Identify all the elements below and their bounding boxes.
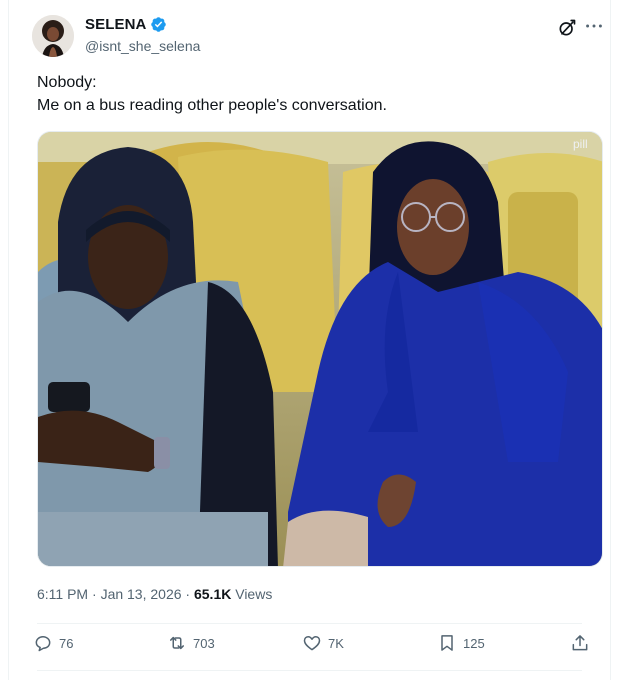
meta-separator: · xyxy=(92,586,97,602)
repost-button[interactable]: 703 xyxy=(167,633,215,653)
like-button[interactable]: 7K xyxy=(302,633,344,653)
bookmark-button[interactable]: 125 xyxy=(437,633,485,653)
tweet-date[interactable]: Jan 13, 2026 xyxy=(101,586,182,602)
grok-icon[interactable] xyxy=(557,18,577,38)
media-watermark: pill xyxy=(573,137,588,151)
share-button[interactable] xyxy=(570,633,590,653)
photo-couple-in-stadium: pill xyxy=(38,132,602,566)
heart-icon xyxy=(303,636,321,651)
more-icon[interactable] xyxy=(583,15,605,37)
views-label: Views xyxy=(235,586,273,602)
divider xyxy=(37,623,582,624)
bookmark-count: 125 xyxy=(463,635,485,651)
avatar-image xyxy=(32,15,74,57)
reply-icon xyxy=(35,636,51,652)
avatar[interactable] xyxy=(32,15,74,57)
like-count: 7K xyxy=(328,635,344,651)
bookmark-icon xyxy=(441,635,453,651)
tweet-text-line: Me on a bus reading other people's conve… xyxy=(37,97,387,114)
meta-separator: · xyxy=(185,586,191,602)
tweet-media-photo[interactable]: pill xyxy=(37,131,603,567)
tweet-meta: 6:11 PM · Jan 13, 2026 · 65.1K Views xyxy=(37,586,272,602)
repost-count: 703 xyxy=(193,635,215,651)
divider xyxy=(37,670,582,671)
repost-icon xyxy=(170,636,184,650)
tweet-text-line: Nobody: xyxy=(37,74,97,91)
tweet-text: Nobody: Me on a bus reading other people… xyxy=(37,71,387,117)
action-bar: 76 703 7K 125 xyxy=(9,633,610,663)
author-handle[interactable]: @isnt_she_selena xyxy=(85,38,200,54)
verified-badge-icon xyxy=(151,17,167,32)
share-icon xyxy=(572,635,588,651)
display-name[interactable]: SELENA xyxy=(85,16,146,33)
reply-count: 76 xyxy=(59,635,74,651)
reply-button[interactable]: 76 xyxy=(33,633,73,653)
views-count: 65.1K xyxy=(193,586,232,602)
tweet-time[interactable]: 6:11 PM xyxy=(37,586,88,602)
author-name-row[interactable]: SELENA xyxy=(85,16,167,33)
tweet-card: SELENA @isnt_she_selena Nobody: Me on a … xyxy=(8,0,611,680)
